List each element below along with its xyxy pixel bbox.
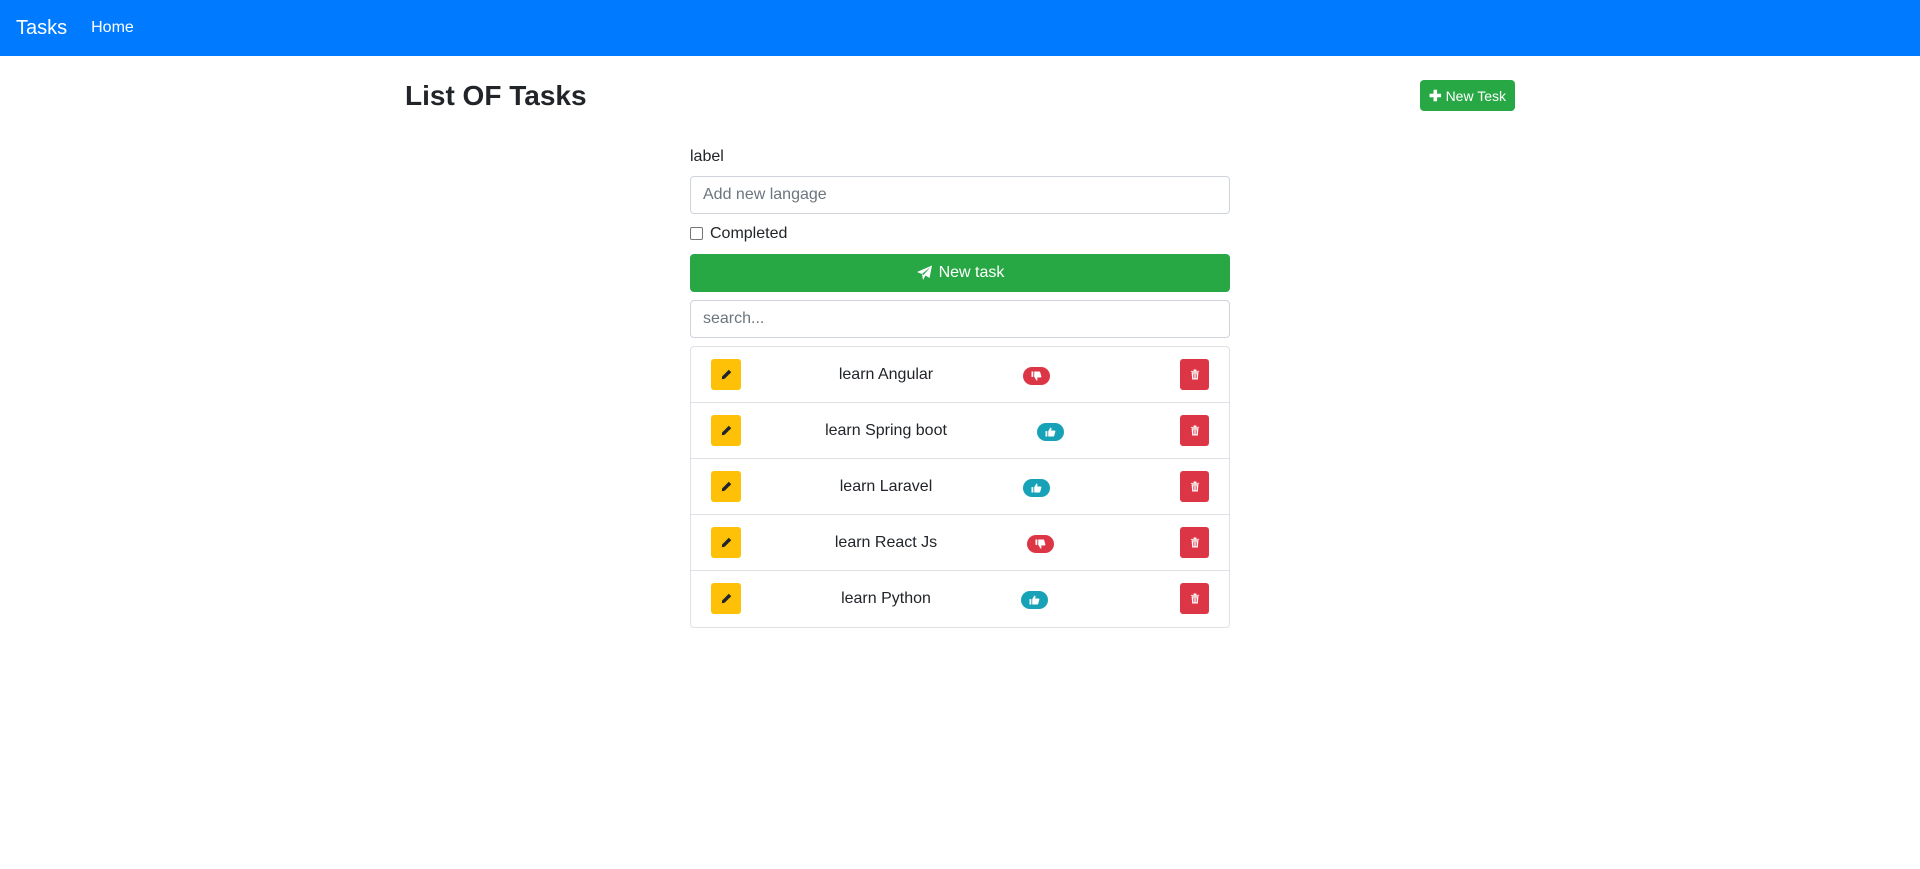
- task-label: learn React Js: [834, 534, 938, 551]
- edit-button[interactable]: [711, 527, 741, 558]
- task-row: learn Laravel: [691, 459, 1229, 515]
- status-badge[interactable]: [1023, 479, 1050, 497]
- new-task-label: New task: [938, 264, 1005, 281]
- trash-icon: [1190, 425, 1200, 436]
- status-badge[interactable]: [1027, 535, 1054, 553]
- page-header: List OF Tasks ✚ New Tesk: [405, 80, 1515, 120]
- trash-icon: [1190, 537, 1200, 548]
- trash-icon: [1190, 481, 1200, 492]
- delete-button[interactable]: [1180, 583, 1209, 614]
- status-badge[interactable]: [1023, 367, 1050, 385]
- status-badge[interactable]: [1021, 591, 1048, 609]
- search-input[interactable]: [690, 300, 1230, 338]
- task-label: learn Angular: [838, 366, 934, 383]
- delete-button[interactable]: [1180, 415, 1209, 446]
- completed-label: Completed: [710, 225, 788, 242]
- navbar: Tasks Home: [0, 0, 1920, 56]
- new-tesk-label: New Tesk: [1445, 87, 1506, 104]
- page-title: List OF Tasks: [405, 80, 587, 111]
- task-label: learn Laravel: [839, 478, 933, 495]
- task-label: learn Spring boot: [825, 422, 947, 439]
- delete-button[interactable]: [1180, 471, 1209, 502]
- trash-icon: [1190, 369, 1200, 380]
- new-tesk-button[interactable]: ✚ New Tesk: [1419, 80, 1515, 111]
- thumbs-up-icon: [1029, 595, 1040, 605]
- completed-row: Completed: [690, 224, 1230, 244]
- task-row: learn Angular: [691, 347, 1229, 403]
- thumbs-down-icon: [1035, 539, 1046, 549]
- pencil-icon: [721, 425, 732, 436]
- plus-icon: ✚: [1428, 87, 1442, 105]
- navbar-brand[interactable]: Tasks: [16, 17, 67, 40]
- task-label: learn Python: [841, 590, 931, 607]
- task-row: learn Python: [691, 571, 1229, 627]
- delete-button[interactable]: [1180, 359, 1209, 390]
- edit-button[interactable]: [711, 415, 741, 446]
- trash-icon: [1190, 593, 1200, 604]
- thumbs-up-icon: [1031, 483, 1042, 493]
- delete-button[interactable]: [1180, 527, 1209, 558]
- edit-button[interactable]: [711, 471, 741, 502]
- status-badge[interactable]: [1037, 423, 1064, 441]
- label-field-label: label: [690, 148, 724, 165]
- label-input[interactable]: [690, 176, 1230, 214]
- edit-button[interactable]: [711, 359, 741, 390]
- completed-checkbox[interactable]: [690, 226, 703, 240]
- edit-button[interactable]: [711, 583, 741, 614]
- thumbs-up-icon: [1045, 427, 1056, 437]
- thumbs-down-icon: [1031, 371, 1042, 381]
- task-form: label Completed New task learn Angularle…: [690, 148, 1230, 628]
- pencil-icon: [721, 537, 732, 548]
- paper-plane-icon: [916, 265, 932, 280]
- pencil-icon: [721, 369, 732, 380]
- new-task-button[interactable]: New task: [690, 254, 1230, 292]
- pencil-icon: [721, 593, 732, 604]
- task-row: learn React Js: [691, 515, 1229, 571]
- task-row: learn Spring boot: [691, 403, 1229, 459]
- pencil-icon: [721, 481, 732, 492]
- task-list: learn Angular learn Spring boot learn Lara…: [690, 346, 1230, 628]
- nav-link-home[interactable]: Home: [91, 19, 134, 37]
